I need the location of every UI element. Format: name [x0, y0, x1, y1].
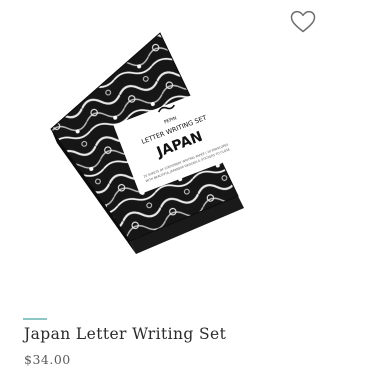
product-box-illustration: PEPIN LETTER WRITING SET JAPAN 20 SHEETS… — [50, 32, 244, 254]
wishlist-heart-icon[interactable] — [290, 10, 316, 34]
product-card[interactable]: PEPIN LETTER WRITING SET JAPAN 20 SHEETS… — [0, 0, 367, 384]
accent-divider — [23, 318, 47, 320]
product-title-link[interactable]: Japan Letter Writing Set — [24, 325, 226, 343]
product-price: $34.00 — [24, 352, 71, 367]
product-image[interactable]: PEPIN LETTER WRITING SET JAPAN 20 SHEETS… — [0, 0, 367, 300]
